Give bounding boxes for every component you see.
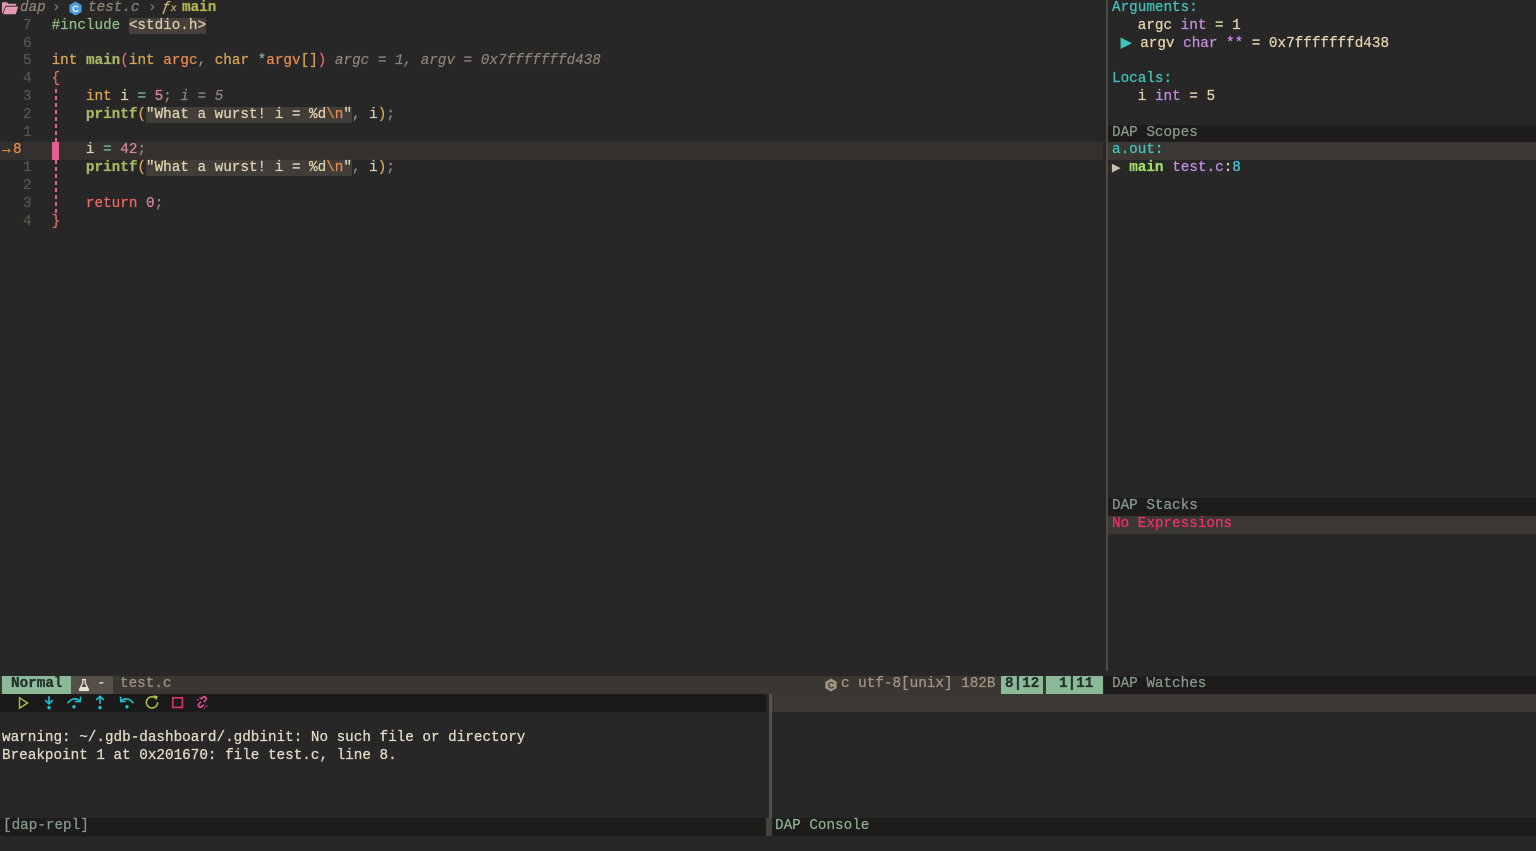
svg-text:C: C xyxy=(828,681,835,691)
svg-text:C: C xyxy=(72,4,79,15)
